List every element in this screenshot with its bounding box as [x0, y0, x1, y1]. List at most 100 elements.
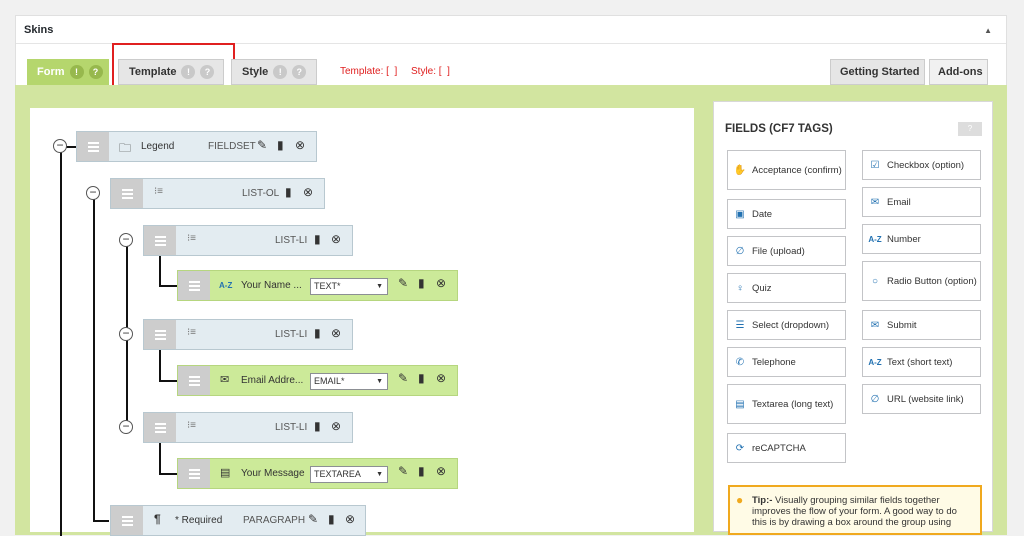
node-label: Legend [141, 141, 175, 152]
delete-icon[interactable]: ⊗ [345, 512, 355, 526]
field-label: Your Name ... [241, 280, 302, 291]
field-button-acceptance[interactable]: ✋ Acceptance (confirm) [727, 150, 846, 190]
tree-line [93, 520, 109, 522]
node-type: LIST-LI [275, 235, 308, 246]
help-badge-icon[interactable]: ? [88, 65, 103, 79]
ordered-list-icon: ⁝≡ [154, 186, 164, 197]
copy-icon[interactable]: ▮ [277, 138, 284, 152]
collapse-toggle-icon[interactable]: − [119, 233, 133, 247]
field-type-select[interactable]: TEXT* ▼ [310, 278, 388, 295]
delete-icon[interactable]: ⊗ [436, 464, 446, 478]
field-button-text[interactable]: A-Z Text (short text) [862, 347, 981, 377]
tab-form[interactable]: Form ! ? [27, 59, 109, 85]
delete-icon[interactable]: ⊗ [436, 276, 446, 290]
collapse-toggle-icon[interactable]: − [86, 186, 100, 200]
field-button-date[interactable]: ▣ Date [727, 199, 846, 229]
drag-handle-icon[interactable] [178, 459, 210, 488]
collapse-toggle-icon[interactable]: − [119, 327, 133, 341]
field-button-textarea[interactable]: ▤ Textarea (long text) [727, 384, 846, 424]
drag-handle-icon[interactable] [144, 320, 176, 349]
addons-label: Add-ons [938, 66, 983, 78]
help-badge-icon[interactable]: ? [292, 65, 307, 79]
copy-icon[interactable]: ▮ [418, 464, 425, 478]
info-badge-icon[interactable]: ! [69, 65, 84, 79]
tree-line [159, 285, 177, 287]
field-button-file[interactable]: ∅ File (upload) [727, 236, 846, 266]
checkbox-icon: ☑ [870, 159, 880, 171]
field-button-submit[interactable]: ✉ Submit [862, 310, 981, 340]
tree-line [159, 380, 177, 382]
template-status: Template: [ ] [340, 66, 398, 77]
copy-icon[interactable]: ▮ [285, 185, 292, 199]
copy-icon[interactable]: ▮ [418, 276, 425, 290]
field-button-select[interactable]: ☰ Select (dropdown) [727, 310, 846, 340]
tab-style[interactable]: Style ! ? [231, 59, 317, 85]
drag-handle-icon[interactable] [144, 413, 176, 442]
drag-handle-icon[interactable] [178, 366, 210, 395]
node-list-li[interactable]: ⁝≡ LIST-LI ▮ ⊗ [143, 225, 353, 256]
field-button-number[interactable]: A-Z Number [862, 224, 981, 254]
tree-line [159, 473, 177, 475]
delete-icon[interactable]: ⊗ [331, 419, 341, 433]
delete-icon[interactable]: ⊗ [331, 326, 341, 340]
node-field-message[interactable]: ▤ Your Message TEXTAREA ▼ ✎ ▮ ⊗ [177, 458, 458, 489]
paragraph-icon: ¶ [154, 512, 161, 526]
node-paragraph[interactable]: ¶ * Required PARAGRAPH ✎ ▮ ⊗ [110, 505, 366, 536]
node-list-ol[interactable]: ⁝≡ LIST-OL ▮ ⊗ [110, 178, 325, 209]
drag-handle-icon[interactable] [111, 506, 143, 535]
drag-handle-icon[interactable] [144, 226, 176, 255]
node-field-email[interactable]: ✉ Email Addre... EMAIL* ▼ ✎ ▮ ⊗ [177, 365, 458, 396]
addons-tab[interactable]: Add-ons [929, 59, 988, 85]
copy-icon[interactable]: ▮ [328, 512, 335, 526]
delete-icon[interactable]: ⊗ [436, 371, 446, 385]
dropdown-arrow-icon: ▼ [376, 283, 383, 290]
delete-icon[interactable]: ⊗ [303, 185, 313, 199]
edit-icon[interactable]: ✎ [398, 276, 408, 290]
edit-icon[interactable]: ✎ [398, 371, 408, 385]
list-icon: ⁝≡ [187, 420, 197, 431]
getting-started-tab[interactable]: Getting Started [830, 59, 925, 85]
copy-icon[interactable]: ▮ [314, 326, 321, 340]
edit-icon[interactable]: ✎ [257, 138, 267, 152]
drag-handle-icon[interactable] [178, 271, 210, 300]
field-type-value: TEXT* [314, 281, 341, 291]
copy-icon[interactable]: ▮ [418, 371, 425, 385]
field-button-radio[interactable]: ○ Radio Button (option) [862, 261, 981, 301]
drag-handle-icon[interactable] [111, 179, 143, 208]
lightbulb-icon: ● [736, 493, 744, 507]
fields-help-button[interactable]: ? [958, 122, 982, 136]
node-fieldset[interactable]: 🗀 Legend FIELDSET ✎ ▮ ⊗ [76, 131, 317, 162]
field-button-telephone[interactable]: ✆ Telephone [727, 347, 846, 377]
field-button-recaptcha[interactable]: ⟳ reCAPTCHA [727, 433, 846, 463]
field-button-url[interactable]: ∅ URL (website link) [862, 384, 981, 414]
field-label: Email Addre... [241, 375, 304, 386]
fields-panel-title: FIELDS (CF7 TAGS) [725, 123, 833, 135]
field-type-value: TEXTAREA [314, 469, 361, 479]
collapse-toggle-icon[interactable]: − [119, 420, 133, 434]
envelope-icon: ✉ [870, 319, 880, 331]
style-status: Style: [ ] [411, 66, 450, 77]
textarea-icon: ▤ [220, 467, 231, 479]
info-badge-icon[interactable]: ! [273, 65, 288, 79]
node-field-name[interactable]: A-Z Your Name ... TEXT* ▼ ✎ ▮ ⊗ [177, 270, 458, 301]
edit-icon[interactable]: ✎ [398, 464, 408, 478]
copy-icon[interactable]: ▮ [314, 232, 321, 246]
copy-icon[interactable]: ▮ [314, 419, 321, 433]
node-list-li[interactable]: ⁝≡ LIST-LI ▮ ⊗ [143, 319, 353, 350]
triangle-up-icon[interactable]: ▲ [984, 26, 992, 35]
delete-icon[interactable]: ⊗ [295, 138, 305, 152]
field-button-checkbox[interactable]: ☑ Checkbox (option) [862, 150, 981, 180]
field-button-email[interactable]: ✉ Email [862, 187, 981, 217]
node-type: PARAGRAPH [243, 515, 306, 526]
drag-handle-icon[interactable] [77, 132, 109, 161]
calendar-icon: ▣ [735, 208, 745, 220]
collapse-toggle-icon[interactable]: − [53, 139, 67, 153]
field-type-select[interactable]: TEXTAREA ▼ [310, 466, 388, 483]
node-type: FIELDSET [208, 141, 256, 152]
lightbulb-icon: ♀ [736, 282, 744, 294]
field-button-quiz[interactable]: ♀ Quiz [727, 273, 846, 303]
field-type-select[interactable]: EMAIL* ▼ [310, 373, 388, 390]
edit-icon[interactable]: ✎ [308, 512, 318, 526]
node-list-li[interactable]: ⁝≡ LIST-LI ▮ ⊗ [143, 412, 353, 443]
delete-icon[interactable]: ⊗ [331, 232, 341, 246]
